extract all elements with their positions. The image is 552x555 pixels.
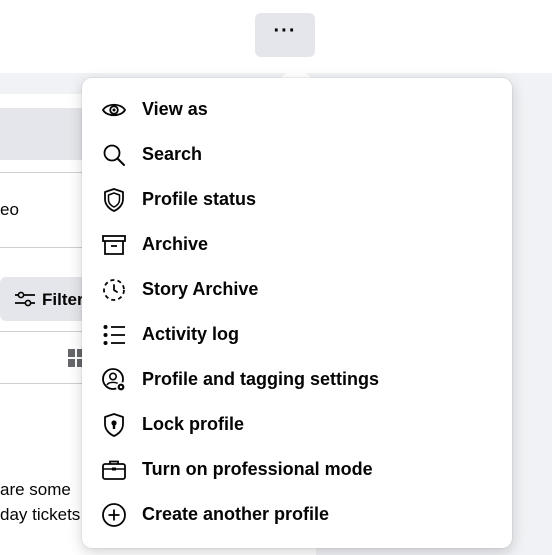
menu-item-label: Search [142,144,203,164]
menu-item-label: Lock profile [142,414,245,434]
menu-item-lock-profile[interactable]: Lock profile [82,402,512,447]
menu-item-search[interactable]: Search [82,132,512,177]
eye-icon [100,96,128,124]
lock-shield-icon [100,411,128,439]
story-archive-icon [100,276,128,304]
briefcase-icon [100,456,128,484]
more-options-button[interactable]: ··· [255,13,315,57]
menu-item-activity-log[interactable]: Activity log [82,312,512,357]
post-text-line: day tickets [0,505,81,524]
menu-item-label: Turn on professional mode [142,459,373,479]
menu-item-archive[interactable]: Archive [82,222,512,267]
post-text-line: are some [0,480,71,499]
search-icon [100,141,128,169]
menu-item-profile-tagging-settings[interactable]: Profile and tagging settings [82,357,512,402]
filter-icon [15,291,35,307]
list-icon [100,321,128,349]
plus-circle-icon [100,501,128,529]
menu-item-professional-mode[interactable]: Turn on professional mode [82,447,512,492]
menu-item-profile-status[interactable]: Profile status [82,177,512,222]
video-tab-fragment[interactable]: eo [0,200,19,220]
shield-icon [100,186,128,214]
menu-item-label: Create another profile [142,504,330,524]
menu-item-label: Archive [142,234,209,254]
menu-item-label: Story Archive [142,279,259,299]
menu-pointer [280,63,312,79]
menu-item-create-profile[interactable]: Create another profile [82,492,512,537]
archive-box-icon [100,231,128,259]
menu-item-label: Profile status [142,189,257,209]
more-options-label: ··· [273,20,297,42]
profile-options-menu: View as Search Profile status Archive St… [82,78,512,548]
menu-item-view-as[interactable]: View as [82,87,512,132]
filter-label: Filter [42,290,84,309]
menu-item-label: Profile and tagging settings [142,369,380,389]
menu-item-label: Activity log [142,324,240,344]
profile-settings-icon [100,366,128,394]
menu-item-story-archive[interactable]: Story Archive [82,267,512,312]
menu-item-label: View as [142,99,208,119]
